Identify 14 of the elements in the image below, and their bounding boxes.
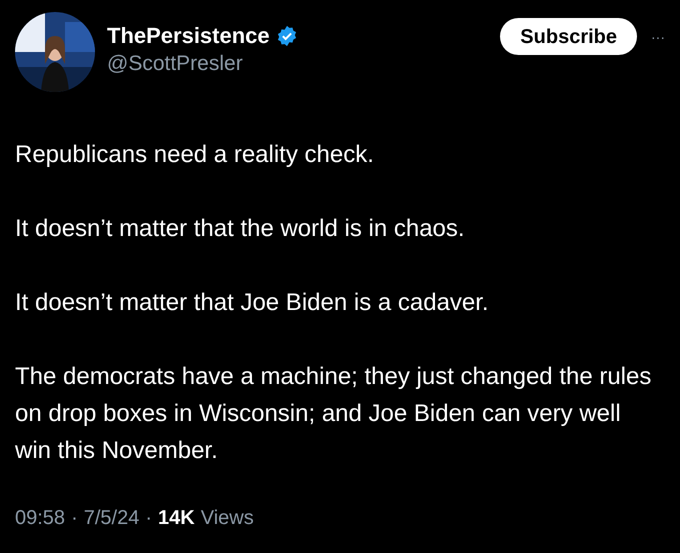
tweet-paragraph: The democrats have a machine; they just changed the rules on drop boxes in Wisconsin; and Joe Biden can very well win this November.: [15, 362, 652, 466]
author-name[interactable]: ThePersistence: [107, 22, 270, 50]
views-count: 14K: [158, 506, 195, 531]
separator: ·: [145, 506, 152, 531]
tweet-paragraph: It doesn’t matter that Joe Biden is a cadaver.: [15, 288, 490, 318]
tweet-paragraph: Republicans need a reality check.: [15, 140, 375, 170]
tweet-paragraph: It doesn’t matter that the world is in chaos.: [15, 214, 466, 244]
tweet-date[interactable]: 7/5/24: [84, 503, 140, 533]
views-label: Views: [200, 506, 254, 531]
more-button[interactable]: ···: [651, 30, 665, 44]
separator: ·: [71, 506, 78, 531]
tweet-time[interactable]: 09:58: [15, 503, 66, 533]
subscribe-button[interactable]: Subscribe: [500, 18, 637, 55]
author-handle[interactable]: @ScottPresler: [107, 50, 298, 78]
